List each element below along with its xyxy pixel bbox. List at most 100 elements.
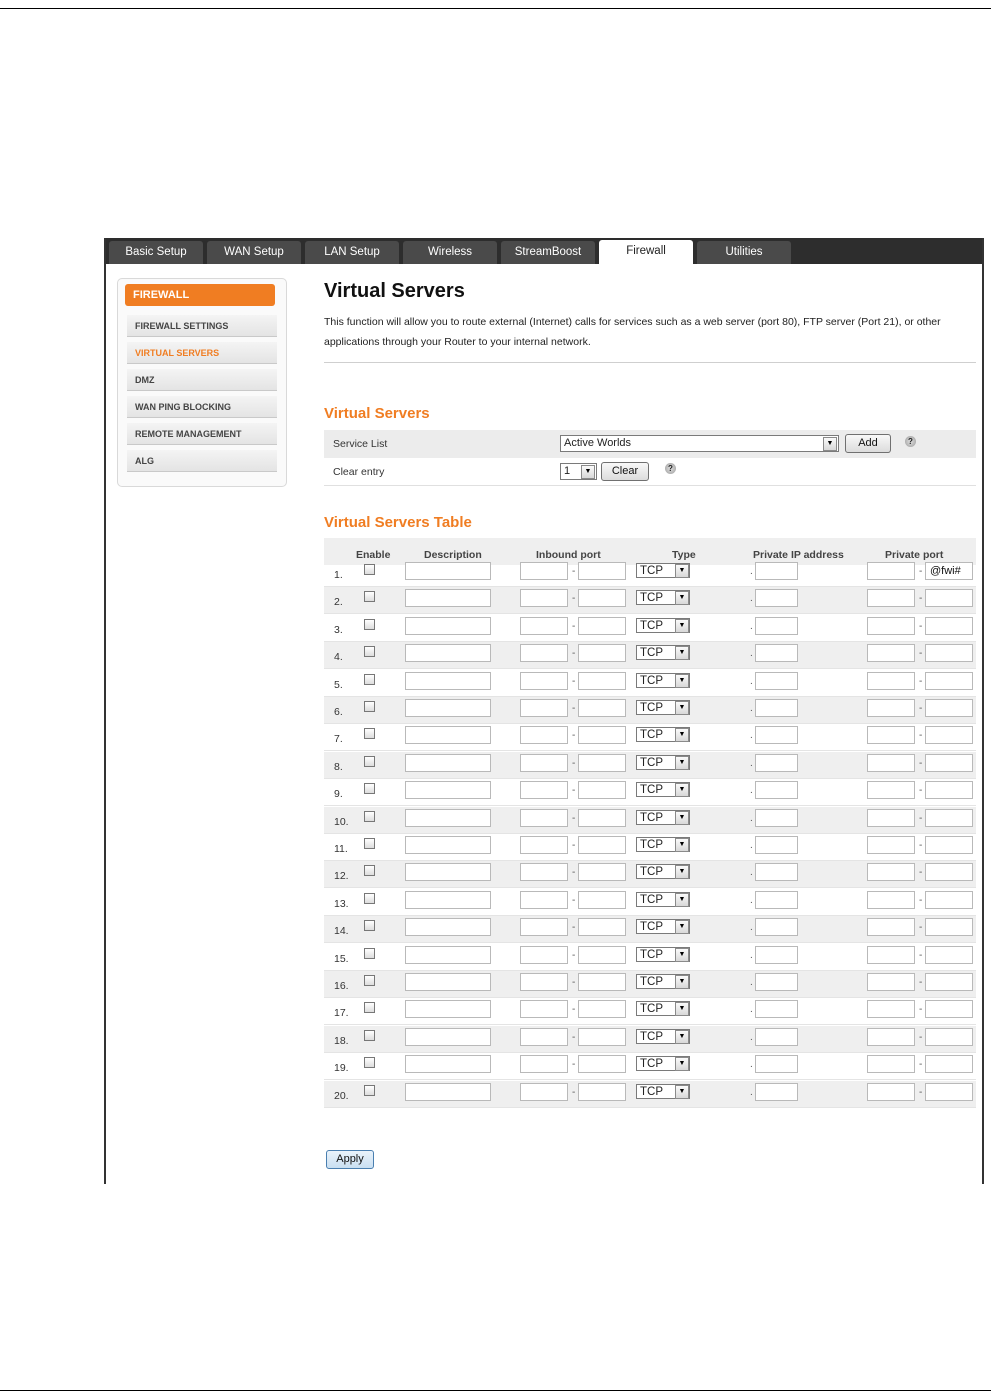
inbound-port-end-input[interactable] — [578, 699, 626, 717]
type-select[interactable]: TCP ▼ — [636, 672, 690, 688]
enable-checkbox[interactable] — [364, 646, 375, 658]
inbound-port-end-input[interactable] — [578, 753, 626, 772]
private-port-start-input[interactable] — [867, 808, 915, 827]
inbound-port-end-input[interactable] — [578, 644, 626, 663]
private-ip-input[interactable] — [755, 1027, 798, 1046]
inbound-port-start-input[interactable] — [520, 589, 568, 608]
private-ip-input[interactable] — [755, 808, 798, 827]
private-port-end-input[interactable] — [925, 918, 973, 937]
private-port-start-input[interactable] — [867, 726, 915, 745]
type-select[interactable]: TCP ▼ — [636, 974, 690, 989]
private-ip-input[interactable] — [755, 753, 798, 772]
inbound-port-start-input[interactable] — [520, 671, 568, 690]
tab-firewall[interactable]: Firewall — [599, 240, 693, 264]
tab-wan-setup[interactable]: WAN Setup — [207, 241, 301, 264]
inbound-port-end-input[interactable] — [578, 973, 626, 991]
inbound-port-end-input[interactable] — [578, 589, 626, 608]
enable-checkbox[interactable] — [364, 947, 375, 959]
type-select[interactable]: TCP ▼ — [636, 590, 690, 606]
description-input[interactable] — [405, 699, 491, 717]
enable-checkbox[interactable] — [364, 618, 375, 630]
private-port-end-input[interactable] — [925, 836, 973, 854]
inbound-port-start-input[interactable] — [520, 808, 568, 827]
type-select[interactable]: TCP ▼ — [636, 645, 690, 661]
description-input[interactable] — [405, 644, 491, 663]
clear-button[interactable]: Clear — [601, 462, 649, 481]
clear-entry-select[interactable]: 1 ▼ — [560, 463, 597, 480]
type-select[interactable]: TCP ▼ — [636, 1001, 690, 1017]
private-port-start-input[interactable] — [867, 973, 915, 991]
tab-utilities[interactable]: Utilities — [697, 241, 791, 264]
private-port-start-input[interactable] — [867, 863, 915, 882]
private-ip-input[interactable] — [755, 918, 798, 937]
private-port-end-input[interactable] — [925, 616, 973, 635]
private-port-start-input[interactable] — [867, 671, 915, 690]
help-icon[interactable]: ? — [665, 463, 676, 474]
description-input[interactable] — [405, 1000, 491, 1019]
private-port-end-input[interactable] — [925, 863, 973, 882]
private-port-start-input[interactable] — [867, 1000, 915, 1019]
private-ip-input[interactable] — [755, 589, 798, 608]
sidebar-item-dmz[interactable]: DMZ — [127, 369, 277, 391]
enable-checkbox[interactable] — [364, 1029, 375, 1041]
description-input[interactable] — [405, 562, 491, 580]
private-port-end-input[interactable]: @fwi# — [925, 562, 973, 580]
description-input[interactable] — [405, 836, 491, 854]
description-input[interactable] — [405, 1027, 491, 1046]
private-port-end-input[interactable] — [925, 890, 973, 909]
inbound-port-start-input[interactable] — [520, 1055, 568, 1074]
description-input[interactable] — [405, 808, 491, 827]
private-ip-input[interactable] — [755, 726, 798, 745]
private-port-end-input[interactable] — [925, 945, 973, 964]
enable-checkbox[interactable] — [364, 865, 375, 877]
private-ip-input[interactable] — [755, 1000, 798, 1019]
private-port-end-input[interactable] — [925, 1027, 973, 1046]
type-select[interactable]: TCP ▼ — [636, 919, 690, 935]
private-ip-input[interactable] — [755, 781, 798, 800]
description-input[interactable] — [405, 589, 491, 608]
inbound-port-end-input[interactable] — [578, 918, 626, 937]
private-port-end-input[interactable] — [925, 1055, 973, 1074]
private-ip-input[interactable] — [755, 863, 798, 882]
inbound-port-start-input[interactable] — [520, 890, 568, 909]
inbound-port-start-input[interactable] — [520, 562, 568, 580]
inbound-port-end-input[interactable] — [578, 945, 626, 964]
private-port-start-input[interactable] — [867, 562, 915, 580]
inbound-port-end-input[interactable] — [578, 1082, 626, 1101]
inbound-port-end-input[interactable] — [578, 1055, 626, 1074]
description-input[interactable] — [405, 726, 491, 745]
private-port-start-input[interactable] — [867, 1082, 915, 1101]
enable-checkbox[interactable] — [364, 564, 375, 575]
description-input[interactable] — [405, 973, 491, 991]
inbound-port-end-input[interactable] — [578, 781, 626, 800]
tab-wireless[interactable]: Wireless — [403, 241, 497, 264]
private-port-end-input[interactable] — [925, 589, 973, 608]
private-port-start-input[interactable] — [867, 918, 915, 937]
inbound-port-end-input[interactable] — [578, 836, 626, 854]
enable-checkbox[interactable] — [364, 673, 375, 685]
description-input[interactable] — [405, 863, 491, 882]
type-select[interactable]: TCP ▼ — [636, 617, 690, 633]
private-port-start-input[interactable] — [867, 753, 915, 772]
type-select[interactable]: TCP ▼ — [636, 563, 690, 578]
service-list-select[interactable]: Active Worlds ▼ — [560, 435, 839, 452]
private-port-end-input[interactable] — [925, 781, 973, 800]
enable-checkbox[interactable] — [364, 701, 375, 712]
enable-checkbox[interactable] — [364, 892, 375, 904]
inbound-port-start-input[interactable] — [520, 918, 568, 937]
private-port-start-input[interactable] — [867, 699, 915, 717]
enable-checkbox[interactable] — [364, 920, 375, 932]
inbound-port-start-input[interactable] — [520, 781, 568, 800]
private-port-start-input[interactable] — [867, 589, 915, 608]
inbound-port-end-input[interactable] — [578, 1000, 626, 1019]
inbound-port-start-input[interactable] — [520, 863, 568, 882]
inbound-port-start-input[interactable] — [520, 1027, 568, 1046]
private-port-end-input[interactable] — [925, 644, 973, 663]
private-ip-input[interactable] — [755, 562, 798, 580]
enable-checkbox[interactable] — [364, 591, 375, 603]
type-select[interactable]: TCP ▼ — [636, 754, 690, 770]
help-icon[interactable]: ? — [905, 436, 916, 447]
description-input[interactable] — [405, 781, 491, 800]
inbound-port-start-input[interactable] — [520, 945, 568, 964]
type-select[interactable]: TCP ▼ — [636, 1083, 690, 1099]
